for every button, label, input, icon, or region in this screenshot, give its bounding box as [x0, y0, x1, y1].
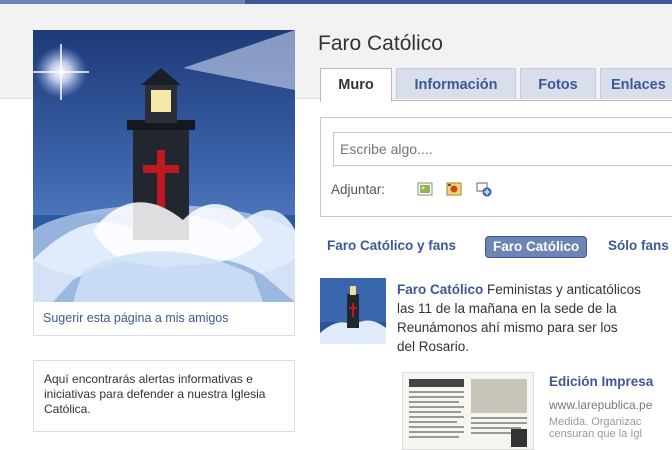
post-line-2: las 11 de la mañana en la sede de la: [397, 301, 617, 316]
page-title: Faro Católico: [318, 32, 443, 55]
status-input[interactable]: [333, 132, 672, 166]
publisher-box: Adjuntar:: [320, 117, 672, 217]
link-title[interactable]: Edición Impresa: [549, 374, 653, 389]
tab-links[interactable]: Enlaces: [600, 68, 672, 99]
lighthouse-image: [33, 30, 295, 302]
tab-bar: Muro Información Fotos Enlaces: [320, 68, 672, 102]
tab-wall[interactable]: Muro: [320, 68, 392, 102]
post-text-1: Feministas y anticatólicos: [483, 282, 641, 297]
link-description: Medida. Organizac censuran que la Igl: [549, 416, 642, 440]
post-author-avatar[interactable]: [320, 278, 386, 344]
post-line-3: Reunámonos ahí mismo para ser los: [397, 320, 618, 335]
link-icon[interactable]: [475, 180, 493, 198]
info-text: Aquí encontrarás alertas informativas e …: [44, 372, 266, 416]
tab-info[interactable]: Información: [396, 68, 516, 99]
tab-photos[interactable]: Fotos: [520, 68, 596, 99]
suggest-to-friends-link[interactable]: Sugerir esta página a mis amigos: [43, 311, 229, 325]
filter-page-only[interactable]: Faro Católico: [485, 236, 588, 258]
link-url: www.larepublica.pe: [549, 398, 653, 412]
post-story: Faro Católico Feministas y anticatólicos…: [397, 280, 672, 356]
post-line-1: Faro Católico Feministas y anticatólicos: [397, 280, 672, 299]
link-desc-line-1: Medida. Organizac: [549, 416, 642, 428]
filter-page-and-fans[interactable]: Faro Católico y fans: [327, 236, 456, 256]
link-thumbnail[interactable]: [402, 372, 534, 450]
profile-picture[interactable]: [33, 30, 295, 302]
post-author-link[interactable]: Faro Católico: [397, 282, 483, 297]
link-desc-line-2: censuran que la Igl: [549, 428, 642, 440]
attach-label: Adjuntar:: [331, 182, 386, 197]
post-line-4: del Rosario.: [397, 339, 470, 354]
info-box: Aquí encontrarás alertas informativas e …: [33, 360, 295, 432]
photo-icon[interactable]: [416, 180, 434, 198]
video-icon[interactable]: [445, 180, 463, 198]
filter-fans-only[interactable]: Sólo fans: [608, 236, 669, 256]
